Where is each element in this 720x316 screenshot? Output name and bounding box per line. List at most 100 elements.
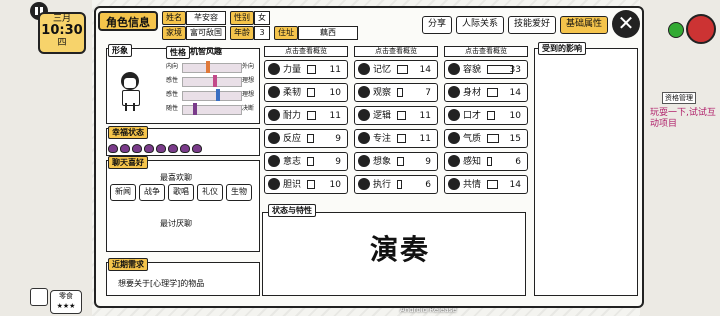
side-badge[interactable]: 资格管理 — [662, 92, 696, 104]
heart-icon — [108, 143, 118, 153]
trait-marker — [193, 103, 198, 115]
happiness-label: 幸福状态 — [108, 126, 148, 139]
attribute-value: 6 — [515, 157, 521, 167]
avatar[interactable] — [118, 72, 142, 112]
attribute-item[interactable]: 感知 6 — [444, 152, 528, 171]
attribute-item[interactable]: 胆识 10 — [264, 175, 348, 194]
gender-label: 性别 — [230, 11, 254, 25]
attribute-icon — [448, 63, 460, 75]
attribute-item[interactable]: 执行 6 — [354, 175, 438, 194]
attribute-item[interactable]: 逻辑 11 — [354, 106, 438, 125]
attribute-value: 9 — [335, 134, 341, 144]
tab-basic-attributes[interactable]: 基础属性 — [560, 16, 608, 34]
weekday-text: 四 — [57, 38, 67, 48]
attribute-item[interactable]: 气质 15 — [444, 129, 528, 148]
attribute-item[interactable]: 共情 14 — [444, 175, 528, 194]
attribute-item[interactable]: 反应 9 — [264, 129, 348, 148]
snack-button[interactable]: 零食 ★★★ — [50, 290, 82, 314]
game-clock: 三月 10:30 四 — [38, 12, 86, 54]
attribute-icon — [268, 155, 280, 167]
tab-role-info[interactable]: 角色信息 — [98, 11, 158, 31]
attribute-item[interactable]: 观察 7 — [354, 83, 438, 102]
attribute-item[interactable]: 柔韧 10 — [264, 83, 348, 102]
attribute-value: 11 — [419, 134, 431, 144]
view-overview-button[interactable]: 点击查看概览 — [444, 46, 528, 57]
tab-relations[interactable]: 人际关系 — [456, 16, 504, 34]
trait-left-label: 内向 — [166, 63, 179, 70]
topic-chip[interactable]: 歌唱 — [168, 184, 194, 201]
age-value: 3 — [254, 26, 270, 40]
heart-icon — [132, 143, 142, 153]
attribute-value: 6 — [425, 180, 431, 190]
trait-right-label: 决断 — [242, 105, 255, 112]
status-label: 状态与特性 — [268, 204, 316, 217]
trait-left-label: 感性 — [166, 77, 179, 84]
attribute-icon — [358, 63, 370, 75]
trait-marker — [205, 61, 210, 73]
attribute-icon — [268, 86, 280, 98]
close-icon[interactable]: ✕ — [612, 10, 640, 38]
attribute-value: 10 — [509, 111, 521, 121]
attribute-bar — [487, 111, 495, 120]
attribute-value: 9 — [335, 157, 341, 167]
topic-chip[interactable]: 新闻 — [110, 184, 136, 201]
attribute-name: 感知 — [463, 157, 482, 167]
trait-right-label: 理想 — [242, 77, 255, 84]
attribute-bar — [397, 65, 408, 74]
chat-label: 聊天喜好 — [108, 156, 148, 169]
attribute-name: 柔韧 — [283, 88, 302, 98]
attribute-name: 耐力 — [283, 111, 302, 121]
status-value: 演奏 — [370, 233, 431, 266]
attribute-item[interactable]: 容貌 33 — [444, 60, 528, 79]
record-icon[interactable] — [686, 14, 716, 44]
attribute-bar — [397, 134, 406, 143]
gender-value: 女 — [254, 11, 270, 25]
favorite-topics: 新闻 战争 歌唱 礼仪 生物 — [110, 184, 256, 202]
attribute-name: 共情 — [463, 180, 482, 190]
heart-icon — [180, 143, 190, 153]
attribute-value: 33 — [509, 65, 521, 75]
attribute-item[interactable]: 意志 9 — [264, 152, 348, 171]
trait-right-label: 理想 — [242, 91, 255, 98]
trait-row: 感性 理想 — [166, 88, 256, 101]
attribute-bar — [307, 180, 315, 189]
attribute-bar — [397, 157, 404, 166]
menu-icon[interactable] — [30, 288, 48, 306]
attribute-name: 想象 — [373, 157, 392, 167]
view-overview-button[interactable]: 点击查看概览 — [354, 46, 438, 57]
attribute-item[interactable]: 口才 10 — [444, 106, 528, 125]
time-text: 10:30 — [41, 23, 83, 38]
heart-icon — [156, 143, 166, 153]
attribute-value: 14 — [509, 88, 521, 98]
attribute-icon — [358, 178, 370, 190]
topic-chip[interactable]: 生物 — [226, 184, 252, 201]
attribute-name: 意志 — [283, 157, 302, 167]
attribute-item[interactable]: 记忆 14 — [354, 60, 438, 79]
right-scene — [640, 0, 720, 316]
tab-skills[interactable]: 技能爱好 — [508, 16, 556, 34]
attribute-bar — [397, 88, 403, 97]
appearance-label: 形象 — [108, 44, 132, 57]
attribute-value: 11 — [419, 111, 431, 121]
share-button[interactable]: 分享 — [422, 16, 452, 34]
view-overview-button[interactable]: 点击查看概览 — [264, 46, 348, 57]
attribute-icon — [268, 63, 280, 75]
attribute-item[interactable]: 专注 11 — [354, 129, 438, 148]
trait-right-label: 外向 — [242, 63, 255, 70]
topic-chip[interactable]: 战争 — [139, 184, 165, 201]
coin-icon — [668, 22, 684, 38]
attribute-bar — [487, 88, 498, 97]
age-label: 年龄 — [230, 26, 254, 40]
attribute-icon — [448, 155, 460, 167]
topic-chip[interactable]: 礼仪 — [197, 184, 223, 201]
attribute-value: 9 — [425, 157, 431, 167]
attribute-item[interactable]: 耐力 11 — [264, 106, 348, 125]
trait-row: 随性 决断 — [166, 102, 256, 115]
attribute-bar — [307, 134, 314, 143]
trait-bar — [182, 63, 242, 73]
attribute-item[interactable]: 身材 14 — [444, 83, 528, 102]
trait-bar — [182, 91, 242, 101]
attribute-icon — [358, 132, 370, 144]
attribute-item[interactable]: 想象 9 — [354, 152, 438, 171]
attribute-item[interactable]: 力量 11 — [264, 60, 348, 79]
